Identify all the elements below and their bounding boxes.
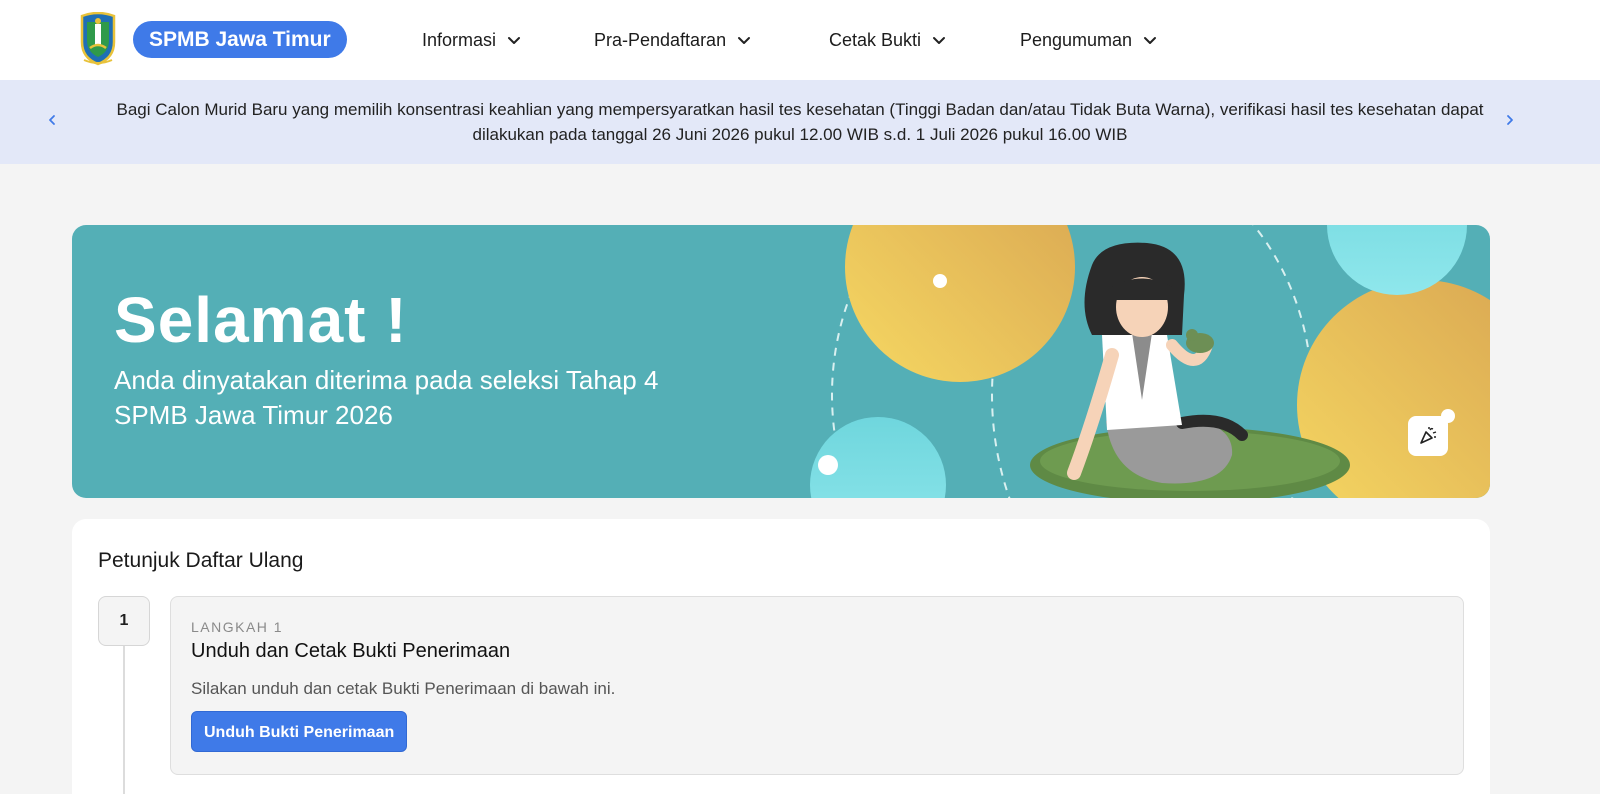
nav-label: Cetak Bukti [829, 29, 922, 50]
chevron-down-icon [933, 37, 946, 44]
guide-title: Petunjuk Daftar Ulang [98, 549, 304, 572]
hero-title: Selamat ! [114, 284, 408, 356]
chevron-right-icon [1507, 115, 1513, 125]
step-card: LANGKAH 1 Unduh dan Cetak Bukti Penerima… [170, 596, 1464, 775]
nav-label: Informasi [422, 29, 497, 50]
hero-illustration [810, 225, 1490, 498]
hero-subtitle: Anda dinyatakan diterima pada seleksi Ta… [114, 365, 659, 430]
nav-label: Pra-Pendaftaran [594, 29, 727, 50]
acceptance-hero: Selamat ! Anda dinyatakan diterima pada … [72, 225, 1490, 498]
confetti-button[interactable] [1408, 416, 1448, 456]
chevron-down-icon [508, 37, 521, 44]
province-emblem-icon[interactable] [78, 11, 118, 66]
announcement-banner: Bagi Calon Murid Baru yang memilih konse… [0, 80, 1600, 164]
nav-pra-pendaftaran[interactable]: Pra-Pendaftaran [594, 27, 752, 53]
confetti-icon [1420, 427, 1437, 444]
step-label: LANGKAH 1 [191, 619, 284, 635]
chevron-left-icon [49, 115, 55, 125]
download-proof-button[interactable]: Unduh Bukti Penerimaan [191, 711, 408, 752]
chevron-down-icon [738, 37, 751, 44]
announcement-text: Bagi Calon Murid Baru yang memilih konse… [116, 100, 1484, 144]
step-number: 1 [98, 596, 150, 646]
chevron-down-icon [1144, 37, 1157, 44]
nav-cetak-bukti[interactable]: Cetak Bukti [829, 27, 947, 53]
registration-guide-card: Petunjuk Daftar Ulang 1 LANGKAH 1 Unduh … [72, 519, 1490, 794]
announcement-prev-button[interactable] [42, 110, 62, 130]
top-navbar: SPMB Jawa Timur Informasi Pra-Pendaftara… [0, 0, 1600, 80]
step-connector [123, 646, 125, 794]
step-description: Silakan unduh dan cetak Bukti Penerimaan… [191, 679, 616, 698]
nav-pengumuman[interactable]: Pengumuman [1020, 27, 1158, 53]
nav-informasi[interactable]: Informasi [422, 27, 522, 53]
announcement-next-button[interactable] [1500, 110, 1520, 130]
step-title: Unduh dan Cetak Bukti Penerimaan [191, 640, 511, 662]
brand-badge[interactable]: SPMB Jawa Timur [133, 21, 347, 58]
nav-label: Pengumuman [1020, 29, 1133, 50]
